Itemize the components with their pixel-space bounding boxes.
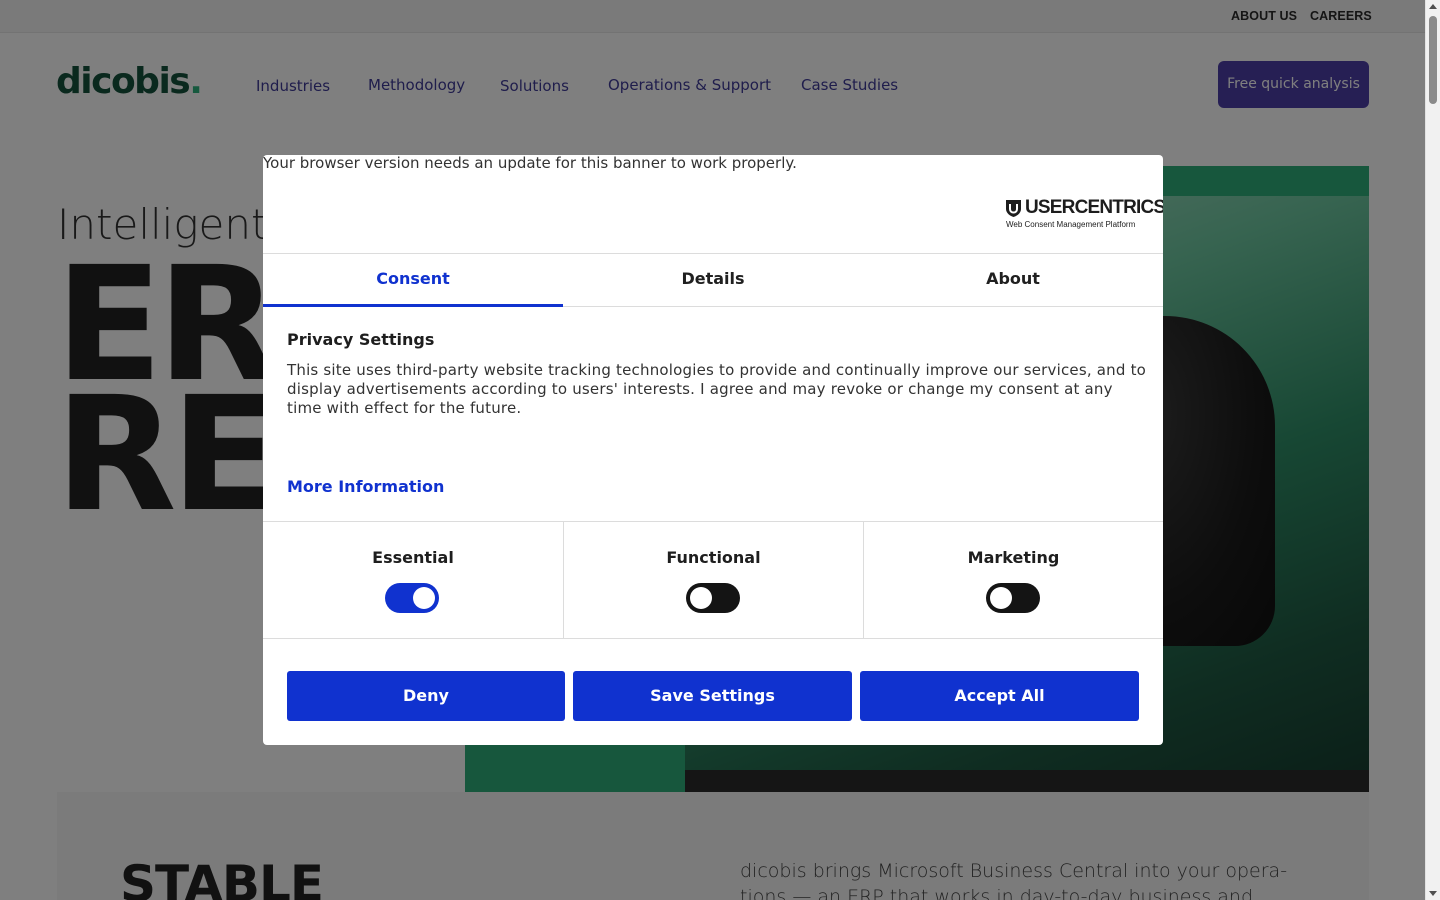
essential-toggle[interactable]	[385, 583, 439, 613]
toggle-knob	[990, 587, 1012, 609]
privacy-settings-body: This site uses third-party website track…	[287, 361, 1147, 417]
tab-about[interactable]: About	[863, 254, 1163, 307]
category-label: Essential	[372, 548, 454, 567]
usercentrics-tagline: Web Consent Management Platform	[1006, 220, 1136, 229]
category-marketing: Marketing	[863, 522, 1163, 638]
category-label: Functional	[666, 548, 761, 567]
page-scrollbar[interactable]	[1425, 0, 1440, 900]
save-settings-button[interactable]: Save Settings	[573, 671, 852, 721]
more-information-link[interactable]: More Information	[287, 477, 444, 496]
category-label: Marketing	[967, 548, 1060, 567]
privacy-settings-title: Privacy Settings	[287, 330, 435, 349]
consent-tabs: Consent Details About	[263, 253, 1163, 307]
category-functional: Functional	[563, 522, 863, 638]
cookie-consent-dialog: Your browser version needs an update for…	[263, 155, 1163, 745]
accept-all-button[interactable]: Accept All	[860, 671, 1139, 721]
usercentrics-wordmark: USERCENTRICS	[1025, 197, 1163, 218]
category-essential: Essential	[263, 522, 563, 638]
browser-update-notice: Your browser version needs an update for…	[263, 155, 797, 172]
tab-consent[interactable]: Consent	[263, 254, 563, 307]
toggle-knob	[413, 587, 435, 609]
tab-details[interactable]: Details	[563, 254, 863, 307]
shield-icon	[1006, 200, 1021, 217]
deny-button[interactable]: Deny	[287, 671, 565, 721]
consent-categories: Essential Functional Marketing	[263, 521, 1163, 639]
marketing-toggle[interactable]	[986, 583, 1040, 613]
toggle-knob	[690, 587, 712, 609]
scroll-up-arrow-icon[interactable]	[1429, 4, 1437, 9]
usercentrics-logo: USERCENTRICS Web Consent Management Plat…	[1005, 197, 1163, 229]
scroll-down-arrow-icon[interactable]	[1429, 891, 1437, 896]
functional-toggle[interactable]	[686, 583, 740, 613]
scrollbar-thumb[interactable]	[1429, 16, 1437, 104]
